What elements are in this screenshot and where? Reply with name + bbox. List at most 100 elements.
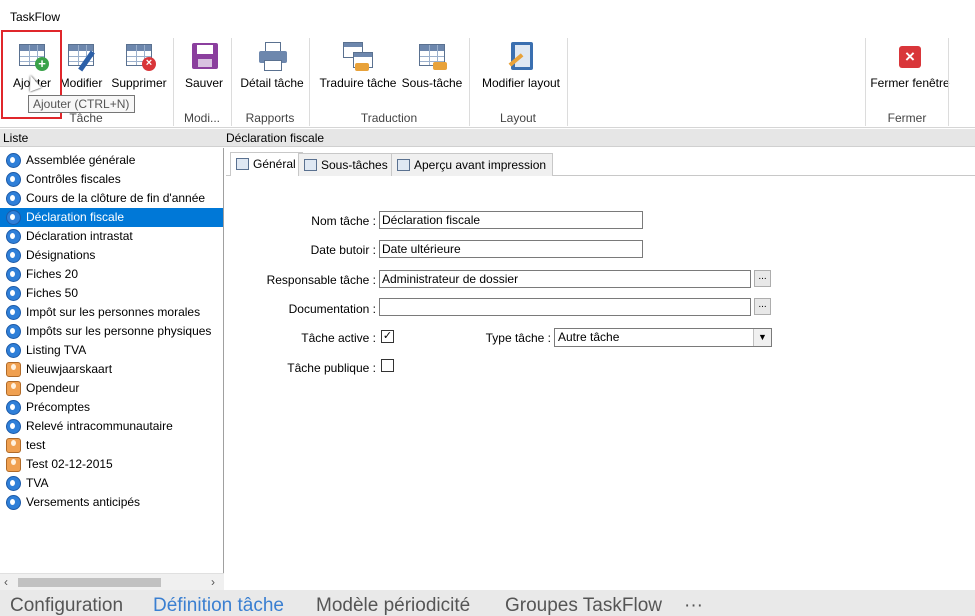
list-item[interactable]: Fiches 50 xyxy=(0,284,223,303)
tab-subtasks[interactable]: Sous-tâches xyxy=(298,153,395,176)
task-detail-button-label: Détail tâche xyxy=(240,76,304,90)
globe-icon xyxy=(6,324,21,339)
documentation-field[interactable] xyxy=(379,298,751,316)
list-item[interactable]: Déclaration intrastat xyxy=(0,227,223,246)
globe-icon xyxy=(6,229,21,244)
due-date-field[interactable]: Date ultérieure xyxy=(379,240,643,258)
list-item[interactable]: Contrôles fiscales xyxy=(0,170,223,189)
documentation-label: Documentation : xyxy=(288,302,376,316)
printer-icon xyxy=(255,40,289,72)
list-horizontal-scrollbar[interactable]: ‹ › xyxy=(0,573,224,590)
group-label-reports: Rapports xyxy=(245,111,295,125)
ribbon-separator xyxy=(567,38,568,126)
subtask-button[interactable]: Sous-tâche xyxy=(400,40,464,96)
list-item[interactable]: Listing TVA xyxy=(0,341,223,360)
list-item[interactable]: Impôts sur les personne physiques xyxy=(0,322,223,341)
translate-icon xyxy=(341,40,375,72)
list-item[interactable]: Fiches 20 xyxy=(0,265,223,284)
list-item[interactable]: TVA xyxy=(0,474,223,493)
tab-taskflow-groups[interactable]: Groupes TaskFlow xyxy=(505,595,662,616)
task-owner-field[interactable]: Administrateur de dossier xyxy=(379,270,751,288)
person-icon xyxy=(6,438,21,453)
subtasks-tab-icon xyxy=(304,159,317,171)
list-item[interactable]: Cours de la clôture de fin d'année xyxy=(0,189,223,208)
subtask-button-label: Sous-tâche xyxy=(401,76,463,90)
public-task-checkbox[interactable] xyxy=(381,359,394,372)
list-item[interactable]: test xyxy=(0,436,223,455)
list-item[interactable]: Versements anticipés xyxy=(0,493,223,512)
list-item-selected[interactable]: Déclaration fiscale xyxy=(0,208,223,227)
tab-configuration[interactable]: Configuration xyxy=(10,595,123,616)
list-item[interactable]: Impôt sur les personnes morales xyxy=(0,303,223,322)
task-detail-button[interactable]: Détail tâche xyxy=(238,40,306,96)
detail-panel: Général Sous-tâches Aperçu avant impress… xyxy=(226,148,975,590)
save-button-label: Sauver xyxy=(184,76,224,90)
list-item[interactable]: Précomptes xyxy=(0,398,223,417)
modify-button[interactable]: Modifier xyxy=(57,40,105,96)
floppy-disk-icon xyxy=(187,40,221,72)
public-task-label: Tâche publique : xyxy=(287,361,376,375)
task-list[interactable]: Assemblée générale Contrôles fiscales Co… xyxy=(0,148,224,590)
owner-browse-button[interactable]: ... xyxy=(754,270,771,287)
task-name-label: Nom tâche : xyxy=(311,214,376,228)
person-icon xyxy=(6,362,21,377)
globe-icon xyxy=(6,305,21,320)
globe-icon xyxy=(6,153,21,168)
list-item[interactable]: Désignations xyxy=(0,246,223,265)
tab-periodicity-model[interactable]: Modèle périodicité xyxy=(316,595,470,616)
detail-header: Déclaration fiscale xyxy=(224,129,975,147)
task-type-select[interactable]: Autre tâche ▼ xyxy=(554,328,772,347)
list-item[interactable]: Opendeur xyxy=(0,379,223,398)
list-item[interactable]: Test 02-12-2015 xyxy=(0,455,223,474)
delete-button[interactable]: × Supprimer xyxy=(110,40,168,96)
title-bar: TaskFlow xyxy=(0,0,975,30)
edit-task-icon xyxy=(64,40,98,72)
modify-layout-button-label: Modifier layout xyxy=(481,76,561,90)
globe-icon xyxy=(6,191,21,206)
delete-button-label: Supprimer xyxy=(111,76,167,90)
active-task-checkbox[interactable]: ✓ xyxy=(381,330,394,343)
ribbon: + Ajouter Modifier × Supprimer Tâche Sau… xyxy=(0,30,975,128)
window-title: TaskFlow xyxy=(10,10,61,24)
task-type-label: Type tâche : xyxy=(485,331,551,345)
task-name-field[interactable]: Déclaration fiscale xyxy=(379,211,643,229)
person-icon xyxy=(6,457,21,472)
globe-icon xyxy=(6,400,21,415)
due-date-label: Date butoir : xyxy=(310,243,376,257)
tab-general[interactable]: Général xyxy=(230,152,303,176)
globe-icon xyxy=(6,210,21,225)
globe-icon xyxy=(6,419,21,434)
print-preview-tab-icon xyxy=(397,159,410,171)
tab-print-preview[interactable]: Aperçu avant impression xyxy=(391,153,554,176)
task-owner-label: Responsable tâche : xyxy=(266,273,376,287)
translate-task-button-label: Traduire tâche xyxy=(319,76,397,90)
globe-icon xyxy=(6,476,21,491)
scroll-left-icon[interactable]: ‹ xyxy=(4,575,8,589)
list-item[interactable]: Assemblée générale xyxy=(0,151,223,170)
bottom-tab-bar: Configuration Définition tâche Modèle pé… xyxy=(0,590,975,616)
translate-task-button[interactable]: Traduire tâche xyxy=(318,40,398,96)
close-window-button[interactable]: × Fermer fenêtre xyxy=(868,40,952,96)
tab-task-definition[interactable]: Définition tâche xyxy=(153,595,284,616)
group-label-translation: Traduction xyxy=(360,111,418,125)
general-tab-icon xyxy=(236,158,249,170)
group-label-modi: Modi... xyxy=(183,111,220,125)
active-task-label: Tâche active : xyxy=(301,331,376,345)
modify-layout-button[interactable]: Modifier layout xyxy=(478,40,564,96)
list-item[interactable]: Nieuwjaarskaart xyxy=(0,360,223,379)
globe-icon xyxy=(6,286,21,301)
subtask-icon xyxy=(415,40,449,72)
detail-tabs: Général Sous-tâches Aperçu avant impress… xyxy=(226,148,975,176)
scroll-right-icon[interactable]: › xyxy=(211,575,215,589)
group-label-close: Fermer xyxy=(887,111,927,125)
scrollbar-thumb[interactable] xyxy=(18,578,161,587)
more-tabs-icon[interactable]: ··· xyxy=(684,595,703,616)
add-tooltip: Ajouter (CTRL+N) xyxy=(28,95,135,113)
list-item[interactable]: Relevé intracommunautaire xyxy=(0,417,223,436)
list-header: Liste xyxy=(0,129,224,147)
close-window-button-label: Fermer fenêtre xyxy=(870,76,950,90)
chevron-down-icon[interactable]: ▼ xyxy=(753,329,771,346)
save-button[interactable]: Sauver xyxy=(182,40,226,96)
documentation-browse-button[interactable]: ... xyxy=(754,298,771,315)
modify-button-label: Modifier xyxy=(59,76,103,90)
